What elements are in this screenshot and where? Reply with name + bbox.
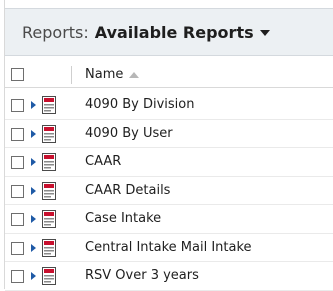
report-list: 4090 By Division 4090 By User CAAR CAAR … <box>5 91 333 291</box>
report-name[interactable]: CAAR Details <box>85 183 170 198</box>
report-name[interactable]: Central Intake Mail Intake <box>85 240 252 255</box>
table-row[interactable]: 4090 By Division <box>5 91 333 120</box>
report-name[interactable]: 4090 By User <box>85 126 173 141</box>
expand-arrow-icon[interactable] <box>31 158 36 166</box>
table-row[interactable]: CAAR Details <box>5 177 333 205</box>
row-checkbox[interactable] <box>11 270 24 283</box>
report-icon <box>42 181 56 200</box>
name-column-header[interactable]: Name <box>85 67 140 82</box>
report-icon <box>42 210 56 228</box>
sort-ascending-icon <box>129 71 140 78</box>
report-name[interactable]: CAAR <box>85 154 121 169</box>
table-row[interactable]: 4090 By User <box>5 120 333 148</box>
report-icon <box>42 124 56 143</box>
expand-arrow-icon[interactable] <box>31 129 36 138</box>
expand-arrow-icon[interactable] <box>31 101 36 109</box>
report-name[interactable]: RSV Over 3 years <box>85 268 199 283</box>
table-row[interactable]: Central Intake Mail Intake <box>5 234 333 262</box>
row-checkbox[interactable] <box>11 213 24 226</box>
report-icon <box>42 96 56 114</box>
name-column-label: Name <box>85 67 124 82</box>
view-title: Available Reports <box>94 22 254 42</box>
column-header-row: Name <box>5 62 333 88</box>
expand-arrow-icon[interactable] <box>31 215 36 223</box>
report-icon <box>42 153 56 171</box>
report-name[interactable]: Case Intake <box>85 211 161 226</box>
expand-arrow-icon[interactable] <box>31 243 36 252</box>
report-icon <box>42 238 56 257</box>
report-icon <box>42 267 56 285</box>
expand-arrow-icon[interactable] <box>31 272 36 280</box>
row-checkbox[interactable] <box>11 241 24 255</box>
row-checkbox[interactable] <box>11 156 24 169</box>
view-header: Reports: Available Reports <box>5 8 333 56</box>
select-all-checkbox[interactable] <box>11 68 24 81</box>
view-selector[interactable]: Available Reports <box>95 23 270 42</box>
row-checkbox[interactable] <box>11 184 24 198</box>
column-divider[interactable] <box>71 66 72 84</box>
expand-arrow-icon[interactable] <box>31 186 36 195</box>
top-strip <box>5 0 333 8</box>
table-row[interactable]: Case Intake <box>5 205 333 234</box>
row-checkbox[interactable] <box>11 99 24 112</box>
chevron-down-icon[interactable] <box>259 30 270 36</box>
table-row[interactable]: CAAR <box>5 148 333 177</box>
row-checkbox[interactable] <box>11 127 24 141</box>
view-prefix: Reports: <box>22 22 89 42</box>
report-name[interactable]: 4090 By Division <box>85 97 194 112</box>
table-row[interactable]: RSV Over 3 years <box>5 262 333 291</box>
reports-view: Reports: Available Reports Name 4090 By … <box>4 0 333 291</box>
